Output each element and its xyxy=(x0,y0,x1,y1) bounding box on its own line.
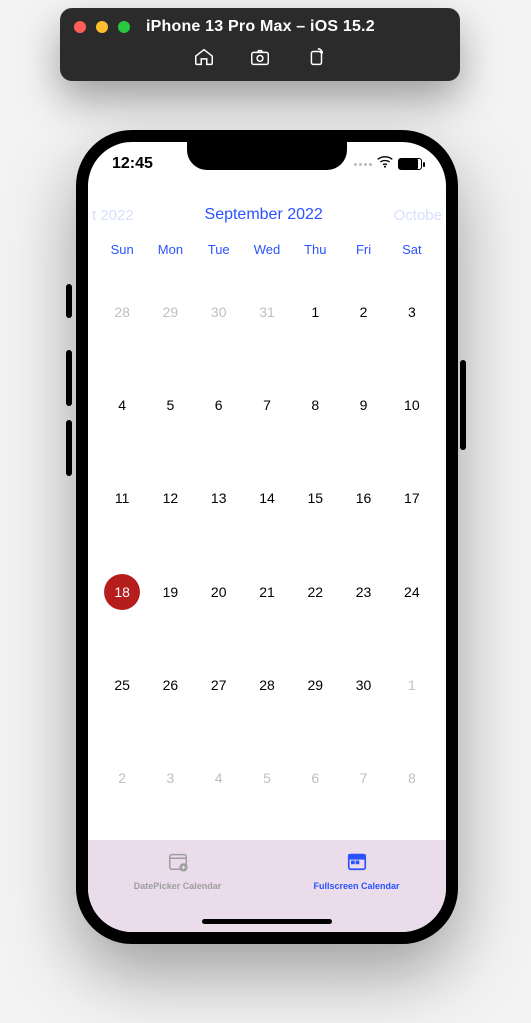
calendar-day[interactable]: 5 xyxy=(243,732,291,825)
calendar-day[interactable]: 4 xyxy=(195,732,243,825)
weekday-label: Mon xyxy=(146,242,194,257)
tab-label: Fullscreen Calendar xyxy=(313,881,399,891)
window-minimize-traffic-light[interactable] xyxy=(96,21,108,33)
calendar-day[interactable]: 2 xyxy=(98,732,146,825)
calendar-day[interactable]: 30 xyxy=(195,265,243,358)
calendar-day[interactable]: 25 xyxy=(98,638,146,731)
calendar-day[interactable]: 7 xyxy=(339,732,387,825)
calendar-day[interactable]: 6 xyxy=(195,358,243,451)
device-frame: 12:45 t 2022 September 2022 Octobe SunMo… xyxy=(76,130,458,944)
calendar-day[interactable]: 16 xyxy=(339,452,387,545)
calendar-day[interactable]: 26 xyxy=(146,638,194,731)
calendar-week: 45678910 xyxy=(98,358,436,451)
calendar-day[interactable]: 5 xyxy=(146,358,194,451)
weekday-label: Thu xyxy=(291,242,339,257)
calendar-grid: 2829303112345678910111213141516171819202… xyxy=(98,265,436,825)
tab-bar: DatePicker Calendar Fullscreen Calendar xyxy=(88,840,446,932)
calendar-day[interactable]: 17 xyxy=(388,452,436,545)
calendar-day[interactable]: 1 xyxy=(388,638,436,731)
weekday-label: Sat xyxy=(388,242,436,257)
calendar-add-icon xyxy=(167,850,189,877)
tab-fullscreen-calendar[interactable]: Fullscreen Calendar xyxy=(267,850,446,891)
calendar-day[interactable]: 13 xyxy=(195,452,243,545)
calendar-day[interactable]: 7 xyxy=(243,358,291,451)
window-zoom-traffic-light[interactable] xyxy=(118,21,130,33)
phone-volume-down xyxy=(66,420,72,476)
next-month-hint[interactable]: Octobe xyxy=(394,207,442,224)
weekday-label: Wed xyxy=(243,242,291,257)
home-indicator[interactable] xyxy=(202,919,332,924)
weekday-header: SunMonTueWedThuFriSat xyxy=(98,242,436,265)
calendar-day[interactable]: 6 xyxy=(291,732,339,825)
screenshot-icon[interactable] xyxy=(249,46,271,73)
simulator-toolbar: iPhone 13 Pro Max – iOS 15.2 xyxy=(60,8,460,81)
cellular-icon xyxy=(354,163,372,166)
calendar-day[interactable]: 15 xyxy=(291,452,339,545)
calendar-day[interactable]: 1 xyxy=(291,265,339,358)
weekday-label: Fri xyxy=(339,242,387,257)
phone-silent-switch xyxy=(66,284,72,318)
calendar-day[interactable]: 3 xyxy=(388,265,436,358)
calendar-day-today[interactable]: 18 xyxy=(98,545,146,638)
calendar-day[interactable]: 8 xyxy=(291,358,339,451)
home-icon[interactable] xyxy=(193,46,215,73)
calendar-week: 2345678 xyxy=(98,732,436,825)
calendar-week: 11121314151617 xyxy=(98,452,436,545)
calendar-day[interactable]: 29 xyxy=(291,638,339,731)
device-notch xyxy=(187,140,347,170)
calendar-week: 18192021222324 xyxy=(98,545,436,638)
calendar-day[interactable]: 11 xyxy=(98,452,146,545)
current-month[interactable]: September 2022 xyxy=(205,206,323,224)
calendar-day[interactable]: 28 xyxy=(243,638,291,731)
calendar-day[interactable]: 9 xyxy=(339,358,387,451)
simulator-title: iPhone 13 Pro Max – iOS 15.2 xyxy=(146,18,375,36)
calendar-week: 2526272829301 xyxy=(98,638,436,731)
wifi-icon xyxy=(377,155,393,173)
weekday-label: Sun xyxy=(98,242,146,257)
calendar-day[interactable]: 20 xyxy=(195,545,243,638)
calendar-day[interactable]: 29 xyxy=(146,265,194,358)
calendar-day[interactable]: 28 xyxy=(98,265,146,358)
phone-power-button xyxy=(460,360,466,450)
calendar-day[interactable]: 30 xyxy=(339,638,387,731)
status-time: 12:45 xyxy=(112,155,153,173)
calendar-day[interactable]: 31 xyxy=(243,265,291,358)
battery-icon xyxy=(398,158,422,170)
rotate-icon[interactable] xyxy=(305,46,327,73)
calendar-day[interactable]: 27 xyxy=(195,638,243,731)
calendar-icon xyxy=(346,850,368,877)
tab-label: DatePicker Calendar xyxy=(134,881,222,891)
phone-volume-up xyxy=(66,350,72,406)
calendar-day[interactable]: 14 xyxy=(243,452,291,545)
calendar-day[interactable]: 21 xyxy=(243,545,291,638)
month-header: t 2022 September 2022 Octobe xyxy=(88,186,446,242)
calendar-day[interactable]: 12 xyxy=(146,452,194,545)
prev-month-hint[interactable]: t 2022 xyxy=(92,207,134,224)
weekday-label: Tue xyxy=(195,242,243,257)
calendar-day[interactable]: 23 xyxy=(339,545,387,638)
calendar-day[interactable]: 22 xyxy=(291,545,339,638)
calendar-day[interactable]: 10 xyxy=(388,358,436,451)
calendar-day[interactable]: 8 xyxy=(388,732,436,825)
tab-datepicker-calendar[interactable]: DatePicker Calendar xyxy=(88,850,267,891)
calendar-day[interactable]: 19 xyxy=(146,545,194,638)
calendar-week: 28293031123 xyxy=(98,265,436,358)
calendar-day[interactable]: 24 xyxy=(388,545,436,638)
calendar-day[interactable]: 4 xyxy=(98,358,146,451)
window-close-traffic-light[interactable] xyxy=(74,21,86,33)
calendar-day[interactable]: 2 xyxy=(339,265,387,358)
calendar-day[interactable]: 3 xyxy=(146,732,194,825)
